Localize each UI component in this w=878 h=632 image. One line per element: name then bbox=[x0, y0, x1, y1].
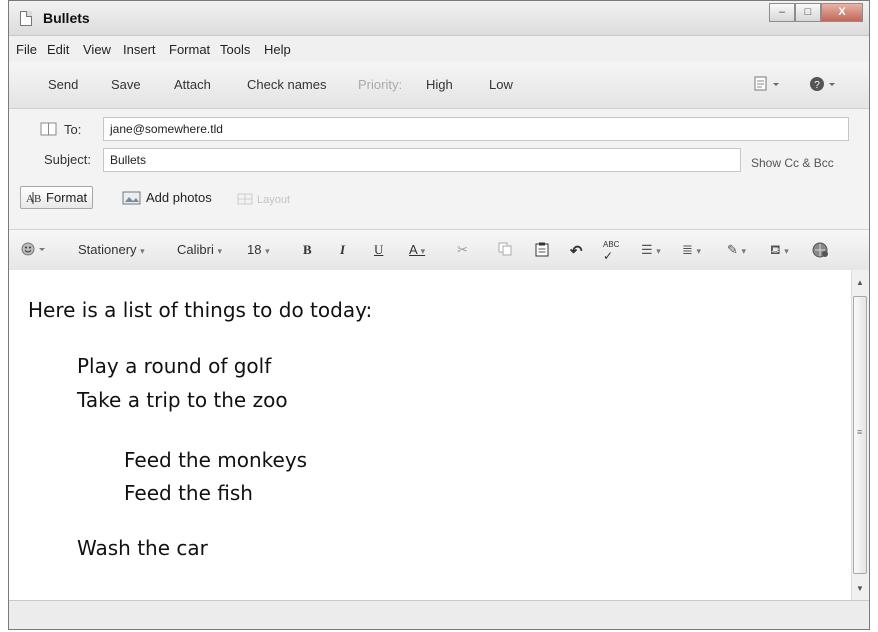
chevron-down-icon: ▾ bbox=[741, 246, 747, 256]
list-icon: ☰ bbox=[641, 242, 653, 257]
format-toolbar: Stationery ▾ Calibri ▾ 18 ▾ B I U A ▾ ✂ … bbox=[9, 229, 869, 271]
compose-window: Bullets – □ X File Edit View Insert Form… bbox=[8, 0, 870, 630]
bold-button[interactable]: B bbox=[303, 242, 312, 258]
list-item: Wash the car bbox=[77, 536, 208, 560]
indent-dropdown[interactable]: ≣ ▾ bbox=[682, 242, 701, 258]
menu-format[interactable]: Format bbox=[169, 42, 210, 57]
body-intro: Here is a list of things to do today: bbox=[28, 298, 373, 322]
vertical-scrollbar[interactable]: ▲ ≡ ▼ bbox=[851, 270, 869, 600]
font-size-dropdown[interactable]: 18 ▾ bbox=[247, 242, 270, 257]
save-button[interactable]: Save bbox=[111, 77, 141, 92]
font-color-label: A bbox=[409, 242, 417, 257]
numbered-list-dropdown[interactable]: ☰ ▾ bbox=[641, 242, 661, 258]
stationery-dropdown[interactable]: Stationery ▾ bbox=[78, 242, 145, 257]
copy-icon[interactable] bbox=[498, 242, 512, 259]
list-item: Play a round of golf bbox=[77, 354, 272, 378]
address-book-icon[interactable] bbox=[40, 122, 58, 139]
cut-icon[interactable]: ✂ bbox=[457, 242, 468, 258]
menu-bar: File Edit View Insert Format Tools Help bbox=[9, 36, 869, 62]
add-photos-tab[interactable]: Add photos bbox=[122, 190, 212, 205]
list-item: Take a trip to the zoo bbox=[77, 388, 288, 412]
window-title: Bullets bbox=[43, 10, 90, 26]
paste-icon[interactable] bbox=[535, 242, 549, 260]
show-cc-bcc-link[interactable]: Show Cc & Bcc bbox=[751, 156, 834, 170]
menu-view[interactable]: View bbox=[83, 42, 111, 57]
subject-label: Subject: bbox=[44, 152, 91, 167]
font-family-dropdown[interactable]: Calibri ▾ bbox=[177, 242, 222, 257]
spellcheck-button[interactable]: ABC ✓ bbox=[603, 240, 619, 263]
send-button[interactable]: Send bbox=[48, 77, 78, 92]
stationery-label: Stationery bbox=[78, 242, 137, 257]
font-color-dropdown[interactable]: A ▾ bbox=[409, 242, 425, 257]
chevron-down-icon: ▾ bbox=[265, 246, 270, 256]
window-controls: – □ X bbox=[769, 3, 863, 23]
emoticon-dropdown[interactable] bbox=[21, 242, 47, 259]
font-size-value: 18 bbox=[247, 242, 262, 257]
indent-icon: ≣ bbox=[682, 242, 693, 257]
layout-tab: Layout bbox=[237, 193, 290, 207]
scroll-down-icon[interactable]: ▼ bbox=[852, 584, 868, 593]
page-options-icon[interactable] bbox=[754, 76, 782, 95]
chevron-down-icon: ▾ bbox=[656, 246, 661, 256]
document-icon bbox=[20, 11, 32, 26]
chevron-down-icon: ▾ bbox=[696, 246, 702, 256]
message-header: To: jane@somewhere.tld Subject: Bullets … bbox=[9, 109, 869, 229]
check-names-button[interactable]: Check names bbox=[247, 77, 326, 92]
title-bar: Bullets – □ X bbox=[9, 1, 869, 36]
status-bar bbox=[9, 601, 869, 629]
format-tab-label: Format bbox=[46, 190, 88, 205]
menu-tools[interactable]: Tools bbox=[220, 42, 250, 57]
menu-file[interactable]: File bbox=[16, 42, 37, 57]
layout-icon bbox=[237, 193, 253, 207]
priority-label: Priority: bbox=[358, 77, 403, 92]
paint-bucket-icon: ⛾ bbox=[770, 242, 781, 257]
menu-insert[interactable]: Insert bbox=[123, 42, 156, 57]
menu-help[interactable]: Help bbox=[264, 42, 291, 57]
check-mark-icon: ✓ bbox=[603, 249, 614, 263]
chevron-down-icon: ▾ bbox=[140, 246, 145, 256]
subject-field[interactable]: Bullets bbox=[103, 148, 741, 172]
scroll-thumb[interactable]: ≡ bbox=[853, 296, 867, 574]
chevron-down-icon: ▾ bbox=[784, 246, 789, 256]
close-button[interactable]: X bbox=[821, 3, 863, 22]
scroll-up-icon[interactable]: ▲ bbox=[852, 278, 868, 287]
to-label: To: bbox=[64, 122, 82, 137]
format-icon: AB bbox=[26, 191, 42, 205]
list-item-nested: Feed the fish bbox=[124, 481, 253, 505]
background-color-dropdown[interactable]: ⛾ ▾ bbox=[770, 242, 789, 260]
minimize-button[interactable]: – bbox=[769, 3, 795, 22]
grip-icon: ≡ bbox=[857, 427, 863, 437]
menu-edit[interactable]: Edit bbox=[47, 42, 69, 57]
attach-button[interactable]: Attach bbox=[174, 77, 211, 92]
add-photos-label: Add photos bbox=[146, 190, 212, 205]
undo-icon[interactable]: ↶ bbox=[570, 242, 583, 260]
highlight-dropdown[interactable]: ✎ ▾ bbox=[727, 242, 746, 258]
svg-text:B: B bbox=[34, 193, 41, 205]
maximize-button[interactable]: □ bbox=[795, 3, 821, 22]
italic-button[interactable]: I bbox=[340, 242, 345, 258]
message-body[interactable]: Here is a list of things to do today: Pl… bbox=[9, 270, 869, 601]
svg-text:?: ? bbox=[814, 80, 820, 91]
format-tab[interactable]: AB Format bbox=[20, 186, 94, 209]
chevron-down-icon: ▾ bbox=[217, 246, 222, 256]
photo-icon bbox=[122, 191, 142, 205]
list-item-nested: Feed the monkeys bbox=[124, 448, 308, 472]
command-bar: Send Save Attach Check names Priority: H… bbox=[9, 62, 869, 109]
priority-low-button[interactable]: Low bbox=[489, 77, 513, 92]
font-family-value: Calibri bbox=[177, 242, 214, 257]
underline-button[interactable]: U bbox=[374, 242, 383, 258]
to-field[interactable]: jane@somewhere.tld bbox=[103, 117, 849, 141]
priority-high-button[interactable]: High bbox=[426, 77, 453, 92]
chevron-down-icon: ▾ bbox=[420, 246, 426, 256]
layout-tab-label: Layout bbox=[257, 194, 291, 206]
insert-link-icon[interactable] bbox=[812, 242, 830, 261]
spellcheck-label: ABC bbox=[603, 240, 620, 249]
help-icon[interactable]: ? bbox=[809, 76, 839, 95]
pen-icon: ✎ bbox=[727, 242, 738, 257]
